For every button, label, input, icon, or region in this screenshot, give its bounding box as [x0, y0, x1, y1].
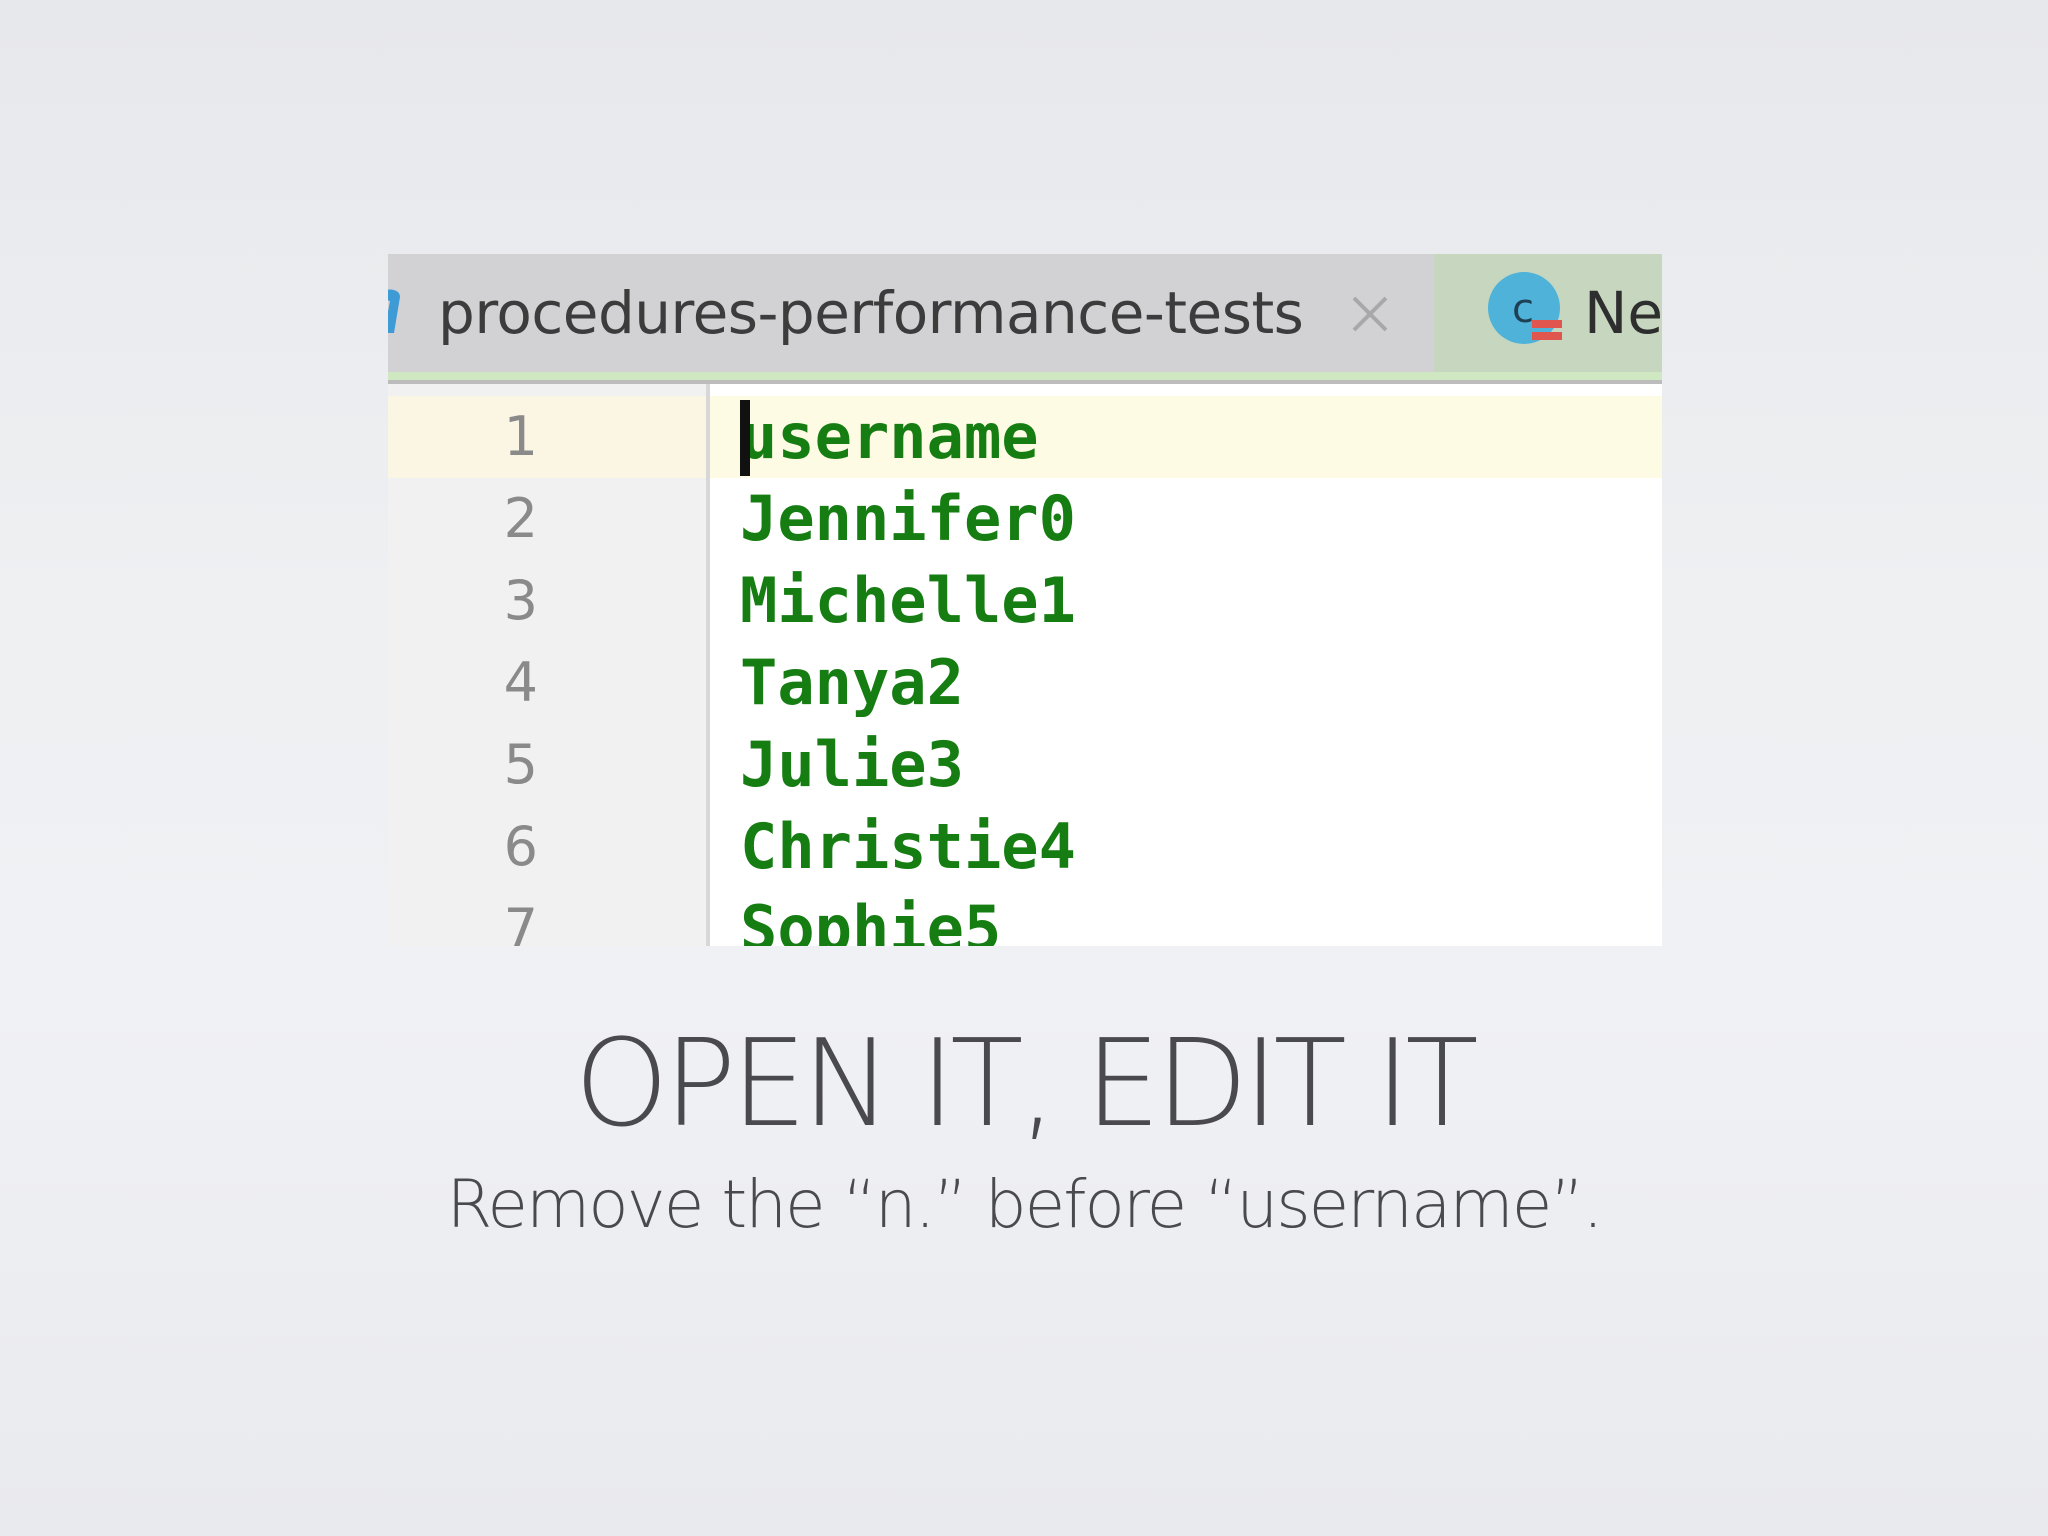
tab-label: Ne [1584, 279, 1662, 347]
line-number: 4 [503, 651, 538, 714]
tab-label: procedures-performance-tests [438, 279, 1304, 347]
line-number: 2 [503, 487, 538, 550]
code-line[interactable]: Christie4 [740, 806, 1076, 888]
line-number: 7 [503, 897, 538, 946]
file-icon [388, 287, 404, 337]
code-line[interactable]: Sophie5 [740, 888, 1001, 946]
code-line[interactable]: Jennifer0 [740, 478, 1076, 560]
gutter-divider [706, 384, 710, 946]
close-icon[interactable] [1348, 292, 1392, 336]
code-line[interactable]: Julie3 [740, 724, 964, 806]
tab-bar: procedures-performance-tests c Ne [388, 254, 1662, 372]
class-icon: c [1486, 270, 1566, 350]
code-line[interactable]: Tanya2 [740, 642, 964, 724]
line-number: 5 [503, 733, 538, 796]
line-number: 1 [503, 405, 538, 468]
tab-next-file[interactable]: c Ne [1434, 254, 1662, 372]
svg-text:c: c [1512, 286, 1534, 332]
code-line[interactable]: Michelle1 [740, 560, 1076, 642]
line-number: 3 [503, 569, 538, 632]
editor-screenshot: procedures-performance-tests c Ne 1 2 3 … [388, 254, 1662, 946]
line-number: 6 [503, 815, 538, 878]
slide-title: OPEN IT, EDIT IT [574, 1015, 1478, 1154]
tab-procedures-performance-tests[interactable]: procedures-performance-tests [388, 254, 1434, 372]
text-caret [740, 400, 750, 476]
tab-underline [388, 372, 1662, 380]
slide-subtitle: Remove the “n.” before “username”. [446, 1166, 1604, 1243]
code-line[interactable]: username [740, 396, 1039, 478]
